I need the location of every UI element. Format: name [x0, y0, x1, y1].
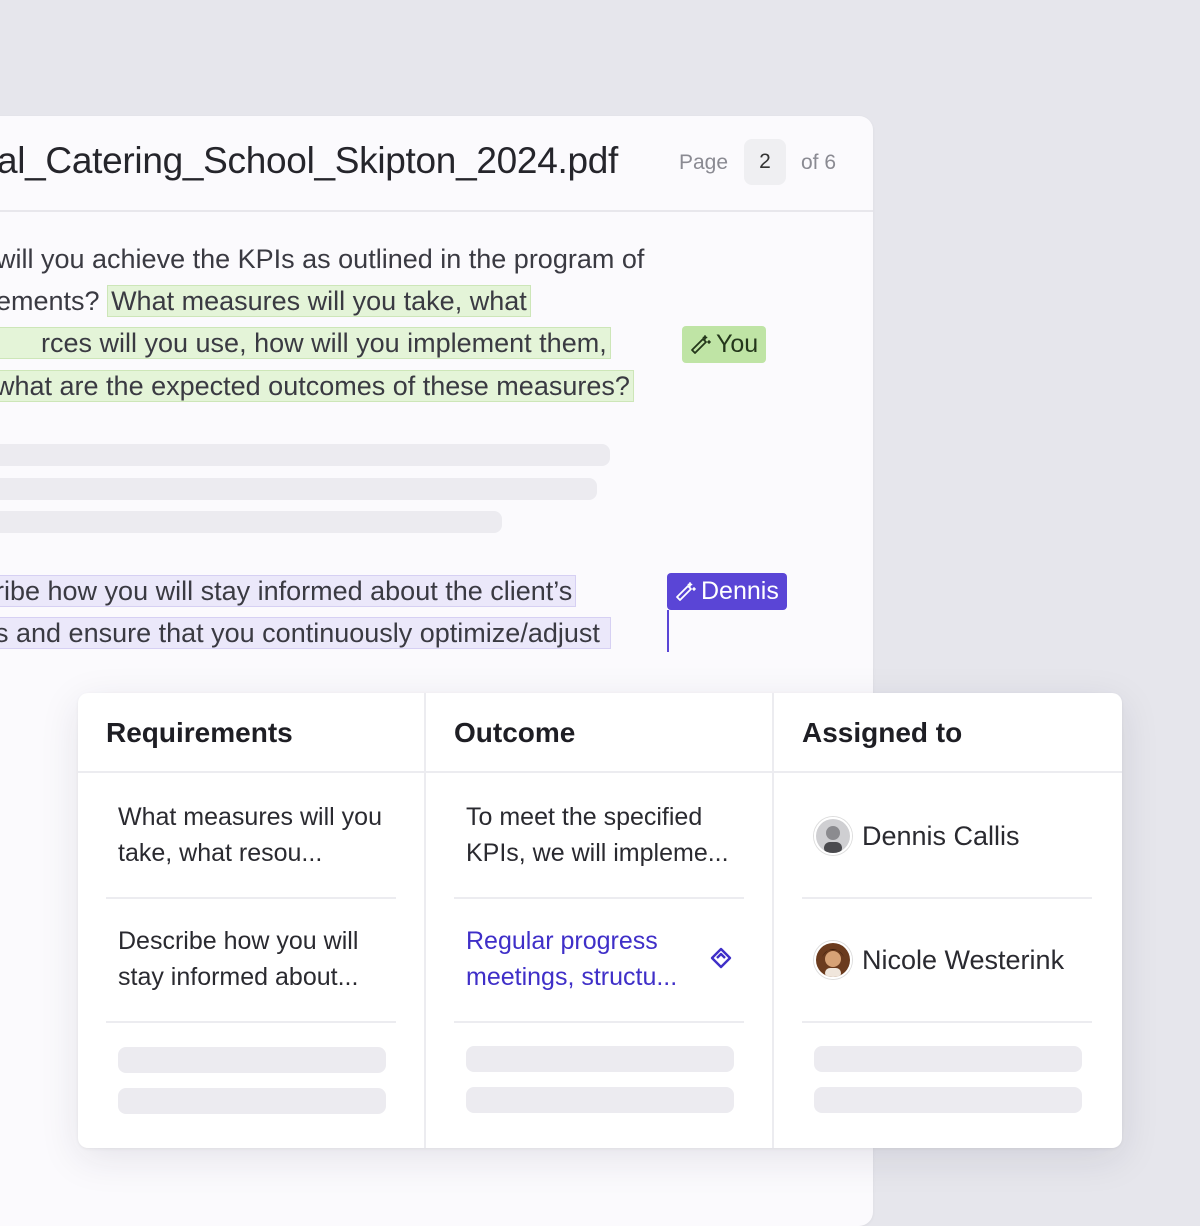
- column-header-label: Assigned to: [802, 717, 963, 748]
- avatar: [814, 817, 852, 855]
- document-filename: rnal_Catering_School_Skipton_2024.pdf: [0, 140, 618, 181]
- skeleton-line: [118, 1088, 386, 1114]
- table-cell[interactable]: Describe how you will stay informed abou…: [106, 897, 396, 1023]
- column-requirements: Requirements What measures will you take…: [78, 693, 426, 1148]
- highlight-green[interactable]: What measures will you take, what: [107, 285, 531, 317]
- assignee-name: Dennis Callis: [862, 820, 1020, 851]
- diamond-icon[interactable]: [710, 947, 732, 969]
- author-tag-you[interactable]: You: [682, 326, 767, 363]
- text-cursor: [667, 610, 669, 652]
- skeleton-line: [0, 444, 610, 466]
- doc-text-line: ribe how you will stay informed about th…: [0, 573, 577, 609]
- skeleton-line: [466, 1087, 734, 1113]
- author-tag-dennis[interactable]: Dennis: [667, 573, 787, 610]
- table-cell[interactable]: Nicole Westerink: [802, 897, 1092, 1023]
- column-header[interactable]: Assigned to: [774, 693, 1122, 773]
- document-header: rnal_Catering_School_Skipton_2024.pdf Pa…: [0, 116, 873, 212]
- assignee[interactable]: Nicole Westerink: [814, 941, 1064, 979]
- column-header[interactable]: Requirements: [78, 693, 426, 773]
- highlight-purple[interactable]: ribe how you will stay informed about th…: [0, 575, 577, 607]
- page-number-input[interactable]: 2: [744, 139, 786, 185]
- table-cell[interactable]: Dennis Callis: [802, 773, 1092, 899]
- column-header-label: Requirements: [106, 717, 293, 748]
- skeleton-line: [814, 1087, 1082, 1113]
- avatar: [814, 941, 852, 979]
- table-cell[interactable]: What measures will you take, what resou.…: [106, 773, 396, 899]
- highlight-green[interactable]: rces will you use, how will you implemen…: [0, 327, 611, 359]
- table-cell[interactable]: To meet the specified KPIs, we will impl…: [454, 773, 744, 899]
- doc-text-line: rces will you use, how will you implemen…: [0, 325, 611, 361]
- page-total: of 6: [801, 151, 837, 174]
- column-header[interactable]: Outcome: [426, 693, 774, 773]
- tag-label: Dennis: [701, 577, 779, 605]
- skeleton-line: [118, 1047, 386, 1073]
- doc-text-line: ements? What measures will you take, wha…: [0, 283, 531, 319]
- assignee[interactable]: Dennis Callis: [814, 817, 1020, 855]
- magic-pen-icon: [676, 581, 696, 601]
- skeleton-line: [0, 511, 502, 533]
- outcome-text: To meet the specified KPIs, we will impl…: [466, 803, 729, 867]
- doc-text-line: what are the expected outcomes of these …: [0, 368, 634, 404]
- highlight-green[interactable]: what are the expected outcomes of these …: [0, 370, 634, 402]
- magic-pen-icon: [691, 334, 711, 354]
- tag-label: You: [716, 330, 759, 358]
- outcome-link[interactable]: Regular progress meetings, structu...: [466, 923, 702, 995]
- requirements-table: Requirements What measures will you take…: [78, 693, 1122, 1148]
- column-header-label: Outcome: [454, 717, 576, 748]
- doc-text-line: will you achieve the KPIs as outlined in…: [0, 244, 645, 274]
- column-assigned: Assigned to Dennis Callis Nicole Westeri…: [772, 693, 1122, 1148]
- skeleton-line: [466, 1046, 734, 1072]
- requirement-text: What measures will you take, what resou.…: [118, 803, 382, 867]
- skeleton-line: [0, 478, 597, 500]
- page-label: Page: [679, 151, 729, 174]
- doc-text-plain: ements?: [0, 286, 108, 316]
- requirement-text: Describe how you will stay informed abou…: [118, 927, 359, 991]
- column-outcome: Outcome To meet the specified KPIs, we w…: [424, 693, 774, 1148]
- assignee-name: Nicole Westerink: [862, 944, 1065, 975]
- skeleton-line: [814, 1046, 1082, 1072]
- highlight-purple[interactable]: s and ensure that you continuously optim…: [0, 617, 611, 649]
- doc-text-line: s and ensure that you continuously optim…: [0, 615, 611, 651]
- table-cell[interactable]: Regular progress meetings, structu...: [454, 897, 744, 1023]
